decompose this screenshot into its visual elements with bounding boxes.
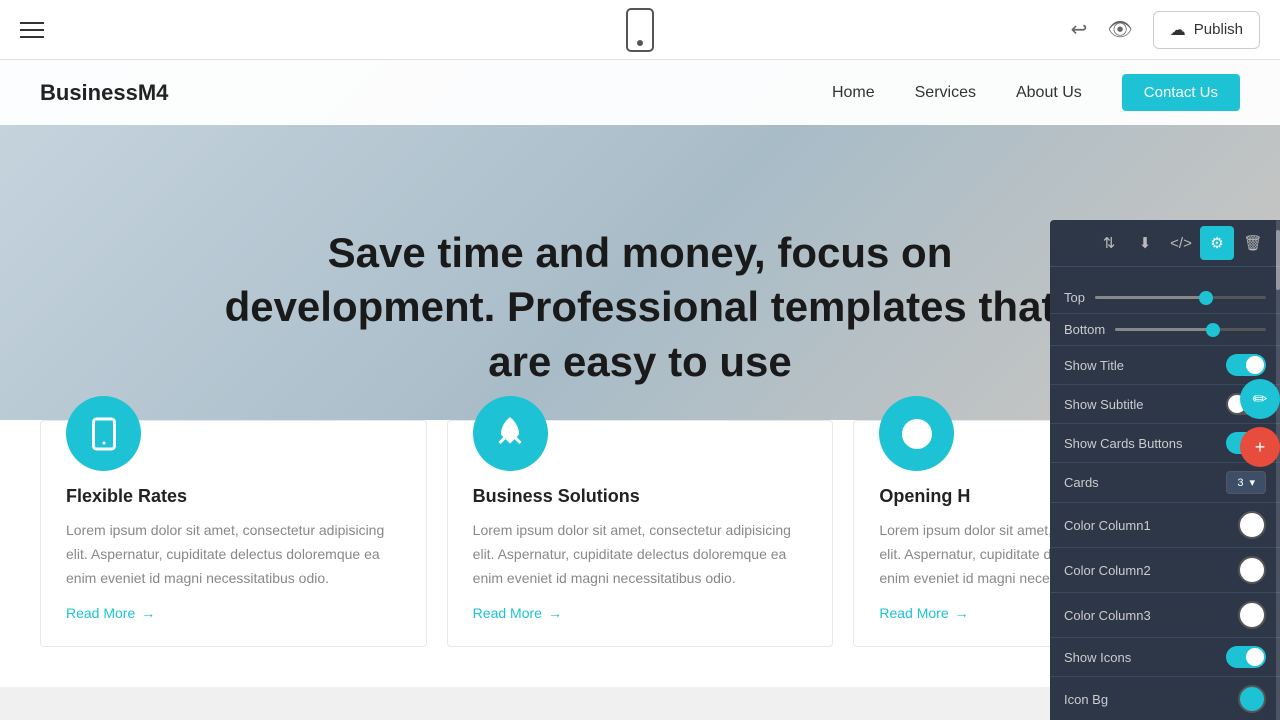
icon-bg-row: Icon Bg — [1050, 677, 1280, 720]
undo-icon[interactable]: ↩ — [1071, 17, 1088, 42]
edit-pencil-button[interactable]: ✏ — [1240, 379, 1280, 419]
color-column3-label: Color Column3 — [1064, 608, 1151, 623]
top-slider[interactable] — [1095, 296, 1266, 299]
cards-value: 3 — [1237, 477, 1243, 489]
bottom-setting-row: Bottom — [1050, 314, 1280, 346]
card-2-text: Lorem ipsum dolor sit amet, consectetur … — [473, 519, 808, 590]
cards-select[interactable]: 3 ▾ — [1226, 471, 1266, 494]
publish-label: Publish — [1194, 21, 1243, 38]
add-plus-button[interactable]: + — [1240, 427, 1280, 467]
color-column3-row: Color Column3 — [1050, 593, 1280, 638]
hero-title: Save time and money, focus on developmen… — [190, 226, 1090, 390]
code-icon[interactable]: </> — [1164, 226, 1198, 260]
show-title-label: Show Title — [1064, 358, 1124, 373]
nav-services[interactable]: Services — [915, 84, 976, 102]
mobile-icon — [86, 416, 122, 452]
clock-icon — [899, 416, 935, 452]
top-label: Top — [1064, 290, 1085, 305]
settings-panel: ⇅ ⬇ </> ⚙ 🗑 Top Bottom — [1050, 220, 1280, 720]
panel-scrollbar[interactable] — [1276, 220, 1280, 720]
brand-logo: BusinessM4 — [40, 80, 168, 106]
panel-toolbar: ⇅ ⬇ </> ⚙ 🗑 — [1050, 220, 1280, 267]
bottom-slider[interactable] — [1115, 328, 1266, 331]
color-column2-swatch[interactable] — [1238, 556, 1266, 584]
color-column1-row: Color Column1 — [1050, 503, 1280, 548]
color-column3-swatch[interactable] — [1238, 601, 1266, 629]
icon-bg-label: Icon Bg — [1064, 692, 1108, 707]
cards-label: Cards — [1064, 475, 1099, 490]
settings-panel-inner: Top Bottom — [1050, 272, 1280, 720]
hamburger-icon[interactable] — [20, 22, 44, 38]
bottom-label: Bottom — [1064, 322, 1105, 337]
phone-preview-icon[interactable] — [626, 8, 654, 52]
preview-eye-icon[interactable]: 👁 — [1107, 17, 1132, 42]
toolbar-right: ↩ 👁 ☁ Publish — [1071, 11, 1260, 49]
cloud-icon: ☁ — [1170, 20, 1186, 40]
card-2-title: Business Solutions — [473, 486, 808, 507]
preview-area: BusinessM4 Home Services About Us Contac… — [0, 60, 1280, 720]
rocket-icon — [492, 416, 528, 452]
color-column1-label: Color Column1 — [1064, 518, 1151, 533]
nav-home[interactable]: Home — [832, 84, 875, 102]
top-setting-row: Top — [1050, 282, 1280, 314]
publish-button[interactable]: ☁ Publish — [1153, 11, 1260, 49]
show-icons-label: Show Icons — [1064, 650, 1131, 665]
top-toolbar: ↩ 👁 ☁ Publish — [0, 0, 1280, 60]
card-2-icon — [473, 396, 548, 471]
show-icons-row: Show Icons — [1050, 638, 1280, 677]
card-2: Business Solutions Lorem ipsum dolor sit… — [447, 420, 834, 647]
right-edge-buttons: ✏ + — [1240, 379, 1280, 467]
card-1-link[interactable]: Read More → — [66, 605, 401, 621]
show-cards-buttons-label: Show Cards Buttons — [1064, 436, 1183, 451]
download-icon[interactable]: ⬇ — [1128, 226, 1162, 260]
panel-scrollbar-thumb — [1276, 230, 1280, 290]
cards-select-row: Cards 3 ▾ — [1050, 463, 1280, 503]
toolbar-left — [20, 22, 44, 38]
card-1-text: Lorem ipsum dolor sit amet, consectetur … — [66, 519, 401, 590]
nav-about[interactable]: About Us — [1016, 84, 1082, 102]
chevron-down-icon: ▾ — [1249, 476, 1255, 489]
card-1-title: Flexible Rates — [66, 486, 401, 507]
show-subtitle-label: Show Subtitle — [1064, 397, 1144, 412]
card-1: Flexible Rates Lorem ipsum dolor sit ame… — [40, 420, 427, 647]
card-3-icon — [879, 396, 954, 471]
card-1-icon — [66, 396, 141, 471]
contact-button[interactable]: Contact Us — [1122, 74, 1240, 111]
gear-icon[interactable]: ⚙ — [1200, 226, 1234, 260]
color-column2-label: Color Column2 — [1064, 563, 1151, 578]
nav-links: Home Services About Us Contact Us — [832, 74, 1240, 111]
color-column1-swatch[interactable] — [1238, 511, 1266, 539]
toolbar-center — [626, 8, 654, 52]
color-column2-row: Color Column2 — [1050, 548, 1280, 593]
hero-text: Save time and money, focus on developmen… — [190, 161, 1090, 390]
sort-icon[interactable]: ⇅ — [1092, 226, 1126, 260]
website-nav: BusinessM4 Home Services About Us Contac… — [0, 60, 1280, 125]
show-title-toggle[interactable] — [1226, 354, 1266, 376]
show-icons-toggle[interactable] — [1226, 646, 1266, 668]
card-2-link[interactable]: Read More → — [473, 605, 808, 621]
trash-icon[interactable]: 🗑 — [1236, 226, 1270, 260]
icon-bg-swatch[interactable] — [1238, 685, 1266, 713]
